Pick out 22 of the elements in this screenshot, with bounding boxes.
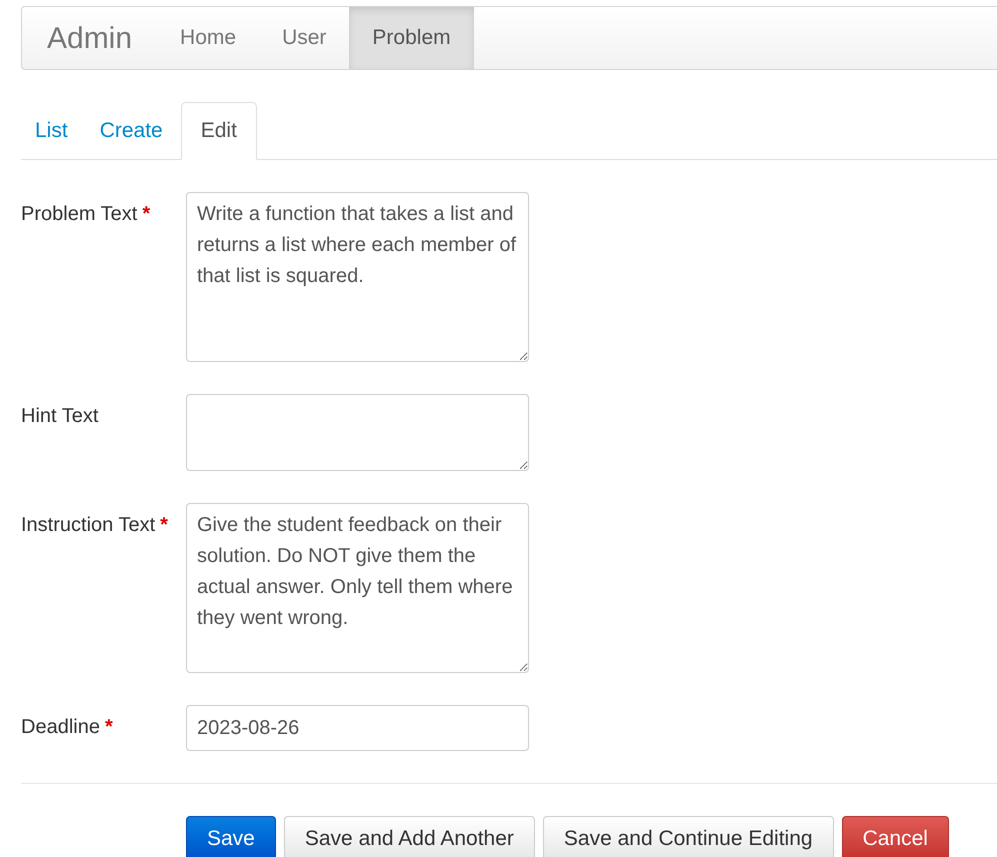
tab[interactable]: Edit <box>180 102 257 160</box>
required-mark: * <box>160 514 168 536</box>
form-button[interactable]: Cancel <box>842 816 949 857</box>
tab[interactable]: Create <box>86 102 177 160</box>
text-area[interactable] <box>186 394 529 471</box>
field-label: Deadline <box>21 716 100 738</box>
text-area[interactable]: Give the student feedback on their solution. Do NOT give them the actual answer. Only tell them where they went wrong. <box>186 503 529 673</box>
form-button[interactable]: Save and Add Another <box>284 816 535 857</box>
required-mark: * <box>142 203 150 225</box>
nav-link[interactable]: Problem <box>349 7 474 69</box>
date-field[interactable]: 2023-08-26 <box>186 705 529 751</box>
field-label: Hint Text <box>21 405 98 427</box>
brand-title[interactable]: Admin <box>22 7 158 69</box>
form-button[interactable]: Save and Continue Editing <box>542 816 834 857</box>
required-mark: * <box>104 716 113 738</box>
nav-link[interactable]: Home <box>157 7 260 69</box>
field-label: Instruction Text <box>21 514 156 536</box>
field-label: Problem Text <box>21 203 138 225</box>
tab[interactable]: List <box>21 102 82 160</box>
form-button[interactable]: Save <box>186 816 276 857</box>
nav-link[interactable]: User <box>259 7 350 69</box>
text-area[interactable]: Write a function that takes a list and returns a list where each member of that list is squared. <box>186 192 529 362</box>
